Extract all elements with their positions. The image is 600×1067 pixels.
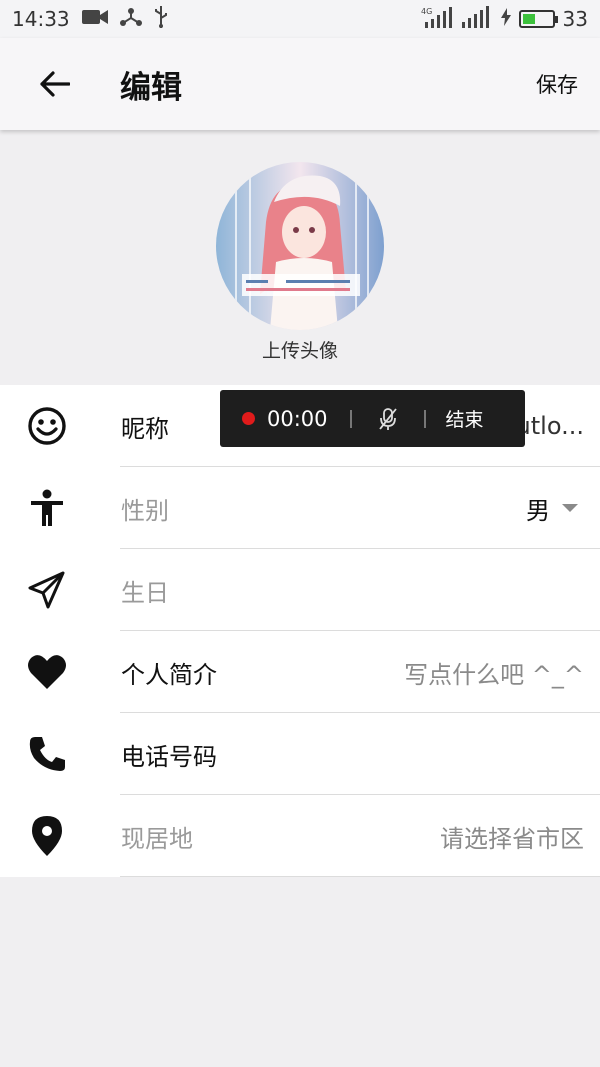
battery-level: 33 xyxy=(562,7,588,31)
gender-value: 男 xyxy=(526,496,550,525)
send-icon xyxy=(26,569,68,611)
recording-overlay: 00:00 结束 xyxy=(220,390,525,447)
end-recording-button[interactable]: 结束 xyxy=(446,405,484,432)
bio-label: 个人简介 xyxy=(121,660,217,689)
battery-icon xyxy=(518,10,558,28)
bio-value: 写点什么吧 ^_^ xyxy=(404,660,584,689)
charging-icon xyxy=(500,7,511,31)
mic-off-icon[interactable] xyxy=(378,407,398,431)
location-pin-icon xyxy=(26,815,68,857)
gender-label: 性别 xyxy=(121,496,169,525)
usb-icon xyxy=(154,5,168,33)
divider xyxy=(120,876,600,877)
share-icon xyxy=(119,7,142,32)
birthday-label: 生日 xyxy=(121,578,169,607)
signal-icon xyxy=(461,5,493,33)
app-bar: 编辑 保存 xyxy=(0,38,600,130)
person-icon xyxy=(26,487,68,529)
avatar[interactable] xyxy=(216,162,384,330)
back-button[interactable] xyxy=(20,49,90,119)
phone-label: 电话号码 xyxy=(121,742,217,771)
smiley-icon xyxy=(26,405,68,447)
status-time: 14:33 xyxy=(12,7,70,31)
gender-select[interactable]: 男 xyxy=(526,491,578,526)
save-button[interactable]: 保存 xyxy=(536,69,578,99)
signal-4g-icon: 4G xyxy=(421,6,453,33)
recording-time: 00:00 xyxy=(267,406,328,431)
location-label: 现居地 xyxy=(121,824,193,853)
network-label: 4G xyxy=(421,7,432,16)
phone-row[interactable]: 电话号码 xyxy=(0,713,600,795)
divider xyxy=(349,409,352,428)
avatar-section: 上传头像 xyxy=(0,130,600,385)
dropdown-arrow-icon xyxy=(562,504,578,512)
gender-row[interactable]: 性别 男 xyxy=(0,467,600,549)
avatar-image xyxy=(216,162,384,330)
arrow-left-icon xyxy=(40,71,70,97)
bio-row[interactable]: 个人简介 写点什么吧 ^_^ xyxy=(0,631,600,713)
status-bar: 14:33 4G 33 xyxy=(0,0,600,38)
record-dot-icon xyxy=(242,412,255,425)
page-title: 编辑 xyxy=(120,69,182,106)
birthday-row[interactable]: 生日 xyxy=(0,549,600,631)
location-row[interactable]: 现居地 请选择省市区 xyxy=(0,795,600,877)
upload-avatar-label[interactable]: 上传头像 xyxy=(262,336,338,363)
profile-form: 昵称 metaphor@outlo... 性别 男 生日 xyxy=(0,385,600,877)
divider xyxy=(423,409,426,428)
video-camera-icon xyxy=(81,7,108,31)
nickname-label: 昵称 xyxy=(121,414,169,443)
location-value: 请选择省市区 xyxy=(440,824,584,853)
heart-icon xyxy=(26,651,68,693)
phone-icon xyxy=(26,733,68,775)
